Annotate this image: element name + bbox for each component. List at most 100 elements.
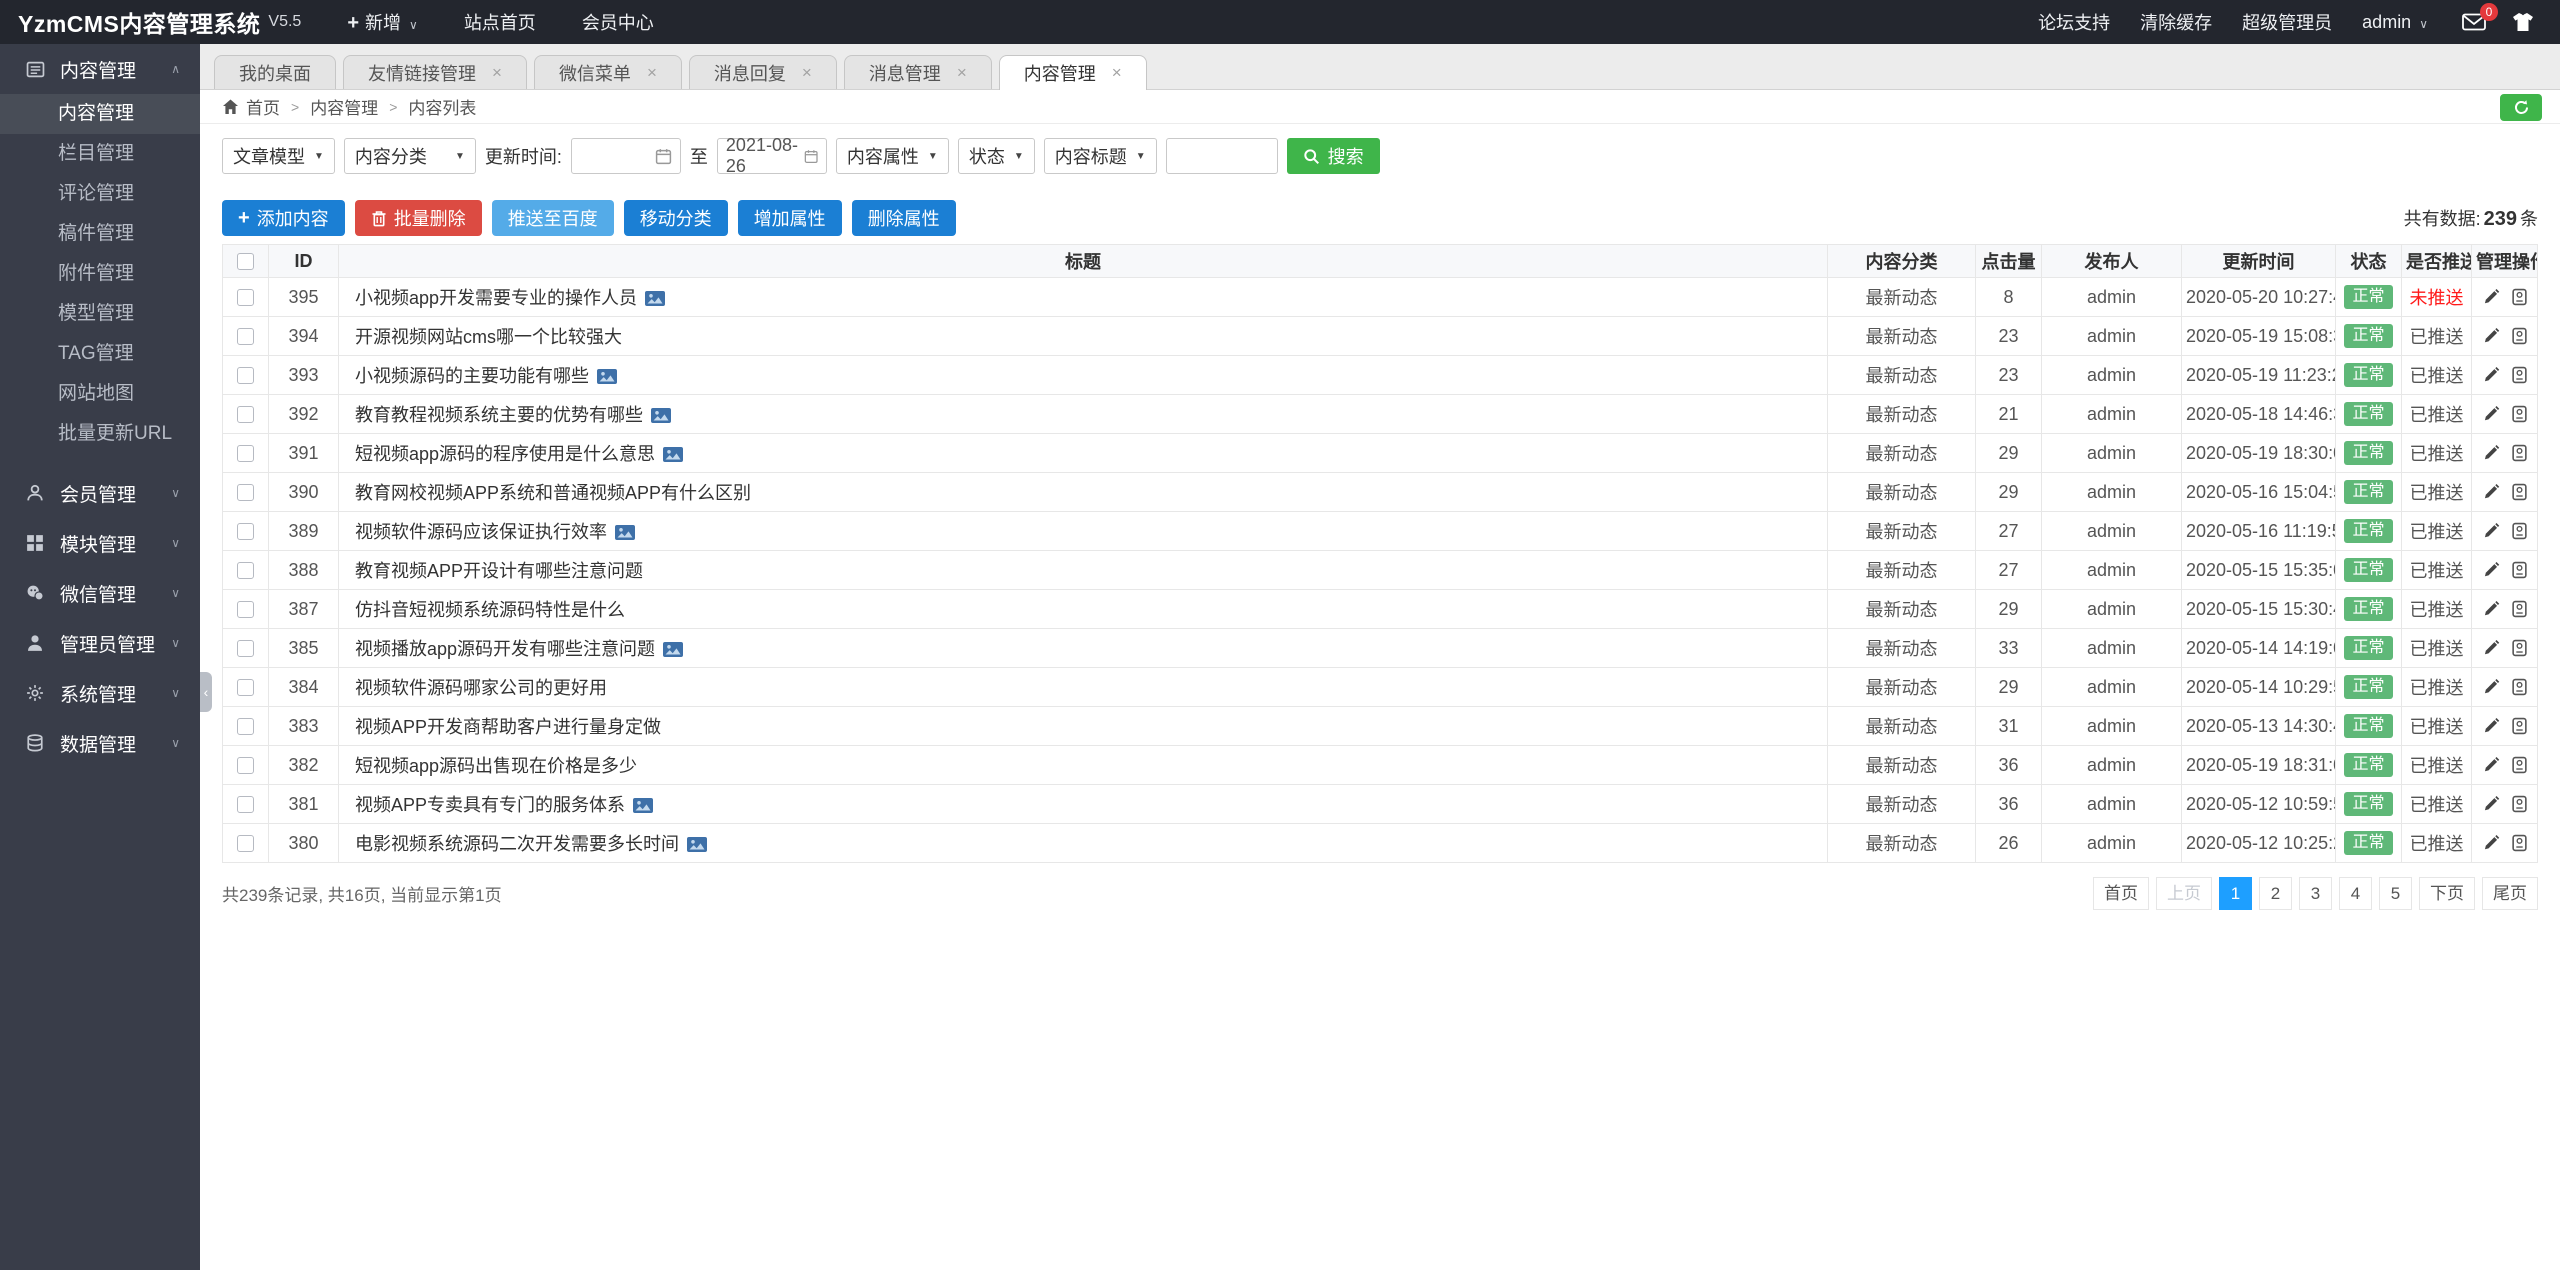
row-title-link[interactable]: 教育视频APP开设计有哪些注意问题 xyxy=(355,561,643,581)
keyword-input[interactable] xyxy=(1166,138,1278,174)
sidebar-item[interactable]: 内容管理 xyxy=(0,94,200,134)
row-checkbox[interactable] xyxy=(237,367,254,384)
preview-icon[interactable] xyxy=(2511,327,2528,345)
edit-icon[interactable] xyxy=(2482,678,2500,696)
row-checkbox[interactable] xyxy=(237,406,254,423)
tab-item[interactable]: 消息管理× xyxy=(844,55,992,89)
attribute-select[interactable]: 内容属性▼ xyxy=(836,138,949,174)
pagination-item[interactable]: 首页 xyxy=(2093,877,2149,910)
sidebar-section-header[interactable]: 内容管理∧ xyxy=(0,44,200,94)
status-select[interactable]: 状态▼ xyxy=(958,138,1035,174)
edit-icon[interactable] xyxy=(2482,288,2500,306)
row-title-link[interactable]: 视频APP开发商帮助客户进行量身定做 xyxy=(355,717,661,737)
tab-close-icon[interactable]: × xyxy=(1112,63,1122,83)
sidebar-item[interactable]: 评论管理 xyxy=(0,174,200,214)
preview-icon[interactable] xyxy=(2511,678,2528,696)
theme-icon[interactable] xyxy=(2512,12,2534,32)
sidebar-item[interactable]: 稿件管理 xyxy=(0,214,200,254)
preview-icon[interactable] xyxy=(2511,405,2528,423)
tab-item[interactable]: 微信菜单× xyxy=(534,55,682,89)
tab-close-icon[interactable]: × xyxy=(492,63,502,83)
tab-item[interactable]: 我的桌面 xyxy=(214,55,336,89)
sidebar-item[interactable]: 批量更新URL xyxy=(0,414,200,454)
sidebar-section-header[interactable]: 会员管理∨ xyxy=(0,468,200,518)
edit-icon[interactable] xyxy=(2482,834,2500,852)
preview-icon[interactable] xyxy=(2511,288,2528,306)
preview-icon[interactable] xyxy=(2511,522,2528,540)
sidebar-section-header[interactable]: 微信管理∨ xyxy=(0,568,200,618)
row-checkbox[interactable] xyxy=(237,484,254,501)
edit-icon[interactable] xyxy=(2482,600,2500,618)
edit-icon[interactable] xyxy=(2482,639,2500,657)
row-title-link[interactable]: 视频播放app源码开发有哪些注意问题 xyxy=(355,639,655,659)
row-title-link[interactable]: 电影视频系统源码二次开发需要多长时间 xyxy=(355,834,679,854)
row-title-link[interactable]: 视频软件源码哪家公司的更好用 xyxy=(355,678,607,698)
sidebar-item[interactable]: 附件管理 xyxy=(0,254,200,294)
sidebar-section-header[interactable]: 管理员管理∨ xyxy=(0,618,200,668)
row-title-link[interactable]: 小视频源码的主要功能有哪些 xyxy=(355,366,589,386)
preview-icon[interactable] xyxy=(2511,717,2528,735)
topbar-member-center[interactable]: 会员中心 xyxy=(582,9,654,35)
preview-icon[interactable] xyxy=(2511,795,2528,813)
row-checkbox[interactable] xyxy=(237,835,254,852)
breadcrumb-item[interactable]: 内容列表 xyxy=(408,94,476,119)
topbar-forum-support[interactable]: 论坛支持 xyxy=(2038,9,2110,35)
breadcrumb-item[interactable]: 首页 xyxy=(246,94,280,119)
row-checkbox[interactable] xyxy=(237,523,254,540)
tab-close-icon[interactable]: × xyxy=(647,63,657,83)
sidebar-item[interactable]: TAG管理 xyxy=(0,334,200,374)
edit-icon[interactable] xyxy=(2482,483,2500,501)
tab-item[interactable]: 友情链接管理× xyxy=(343,55,527,89)
row-checkbox[interactable] xyxy=(237,562,254,579)
topbar-clear-cache[interactable]: 清除缓存 xyxy=(2140,9,2212,35)
preview-icon[interactable] xyxy=(2511,600,2528,618)
tab-item[interactable]: 内容管理× xyxy=(999,55,1147,90)
remove-attribute-button[interactable]: 删除属性 xyxy=(852,200,956,236)
pagination-item[interactable]: 2 xyxy=(2259,877,2292,910)
edit-icon[interactable] xyxy=(2482,561,2500,579)
row-checkbox[interactable] xyxy=(237,445,254,462)
preview-icon[interactable] xyxy=(2511,756,2528,774)
sidebar-collapse-handle[interactable]: ‹ xyxy=(200,672,212,712)
preview-icon[interactable] xyxy=(2511,639,2528,657)
tab-close-icon[interactable]: × xyxy=(957,63,967,83)
edit-icon[interactable] xyxy=(2482,522,2500,540)
row-title-link[interactable]: 仿抖音短视频系统源码特性是什么 xyxy=(355,600,625,620)
row-title-link[interactable]: 教育网校视频APP系统和普通视频APP有什么区别 xyxy=(355,483,751,503)
edit-icon[interactable] xyxy=(2482,405,2500,423)
sidebar-section-header[interactable]: 模块管理∨ xyxy=(0,518,200,568)
row-title-link[interactable]: 视频软件源码应该保证执行效率 xyxy=(355,522,607,542)
row-checkbox[interactable] xyxy=(237,328,254,345)
sidebar-section-header[interactable]: 系统管理∨ xyxy=(0,668,200,718)
edit-icon[interactable] xyxy=(2482,717,2500,735)
pagination-item[interactable]: 4 xyxy=(2339,877,2372,910)
row-checkbox[interactable] xyxy=(237,718,254,735)
preview-icon[interactable] xyxy=(2511,561,2528,579)
title-field-select[interactable]: 内容标题▼ xyxy=(1044,138,1157,174)
sidebar-item[interactable]: 网站地图 xyxy=(0,374,200,414)
sidebar-item[interactable]: 模型管理 xyxy=(0,294,200,334)
edit-icon[interactable] xyxy=(2482,444,2500,462)
preview-icon[interactable] xyxy=(2511,834,2528,852)
pagination-item[interactable]: 尾页 xyxy=(2482,877,2538,910)
preview-icon[interactable] xyxy=(2511,366,2528,384)
model-select[interactable]: 文章模型▼ xyxy=(222,138,335,174)
edit-icon[interactable] xyxy=(2482,756,2500,774)
pagination-item[interactable]: 5 xyxy=(2379,877,2412,910)
row-checkbox[interactable] xyxy=(237,289,254,306)
row-title-link[interactable]: 小视频app开发需要专业的操作人员 xyxy=(355,288,637,308)
pagination-item[interactable]: 下页 xyxy=(2419,877,2475,910)
edit-icon[interactable] xyxy=(2482,366,2500,384)
row-title-link[interactable]: 短视频app源码出售现在价格是多少 xyxy=(355,756,637,776)
pagination-item[interactable]: 1 xyxy=(2219,877,2252,910)
row-checkbox[interactable] xyxy=(237,757,254,774)
preview-icon[interactable] xyxy=(2511,444,2528,462)
date-from-input[interactable] xyxy=(571,138,681,174)
add-content-button[interactable]: +添加内容 xyxy=(222,200,345,236)
row-checkbox[interactable] xyxy=(237,796,254,813)
category-select[interactable]: 内容分类▼ xyxy=(344,138,476,174)
move-category-button[interactable]: 移动分类 xyxy=(624,200,728,236)
push-baidu-button[interactable]: 推送至百度 xyxy=(492,200,614,236)
messages-icon[interactable]: 0 xyxy=(2462,13,2486,31)
add-attribute-button[interactable]: 增加属性 xyxy=(738,200,842,236)
